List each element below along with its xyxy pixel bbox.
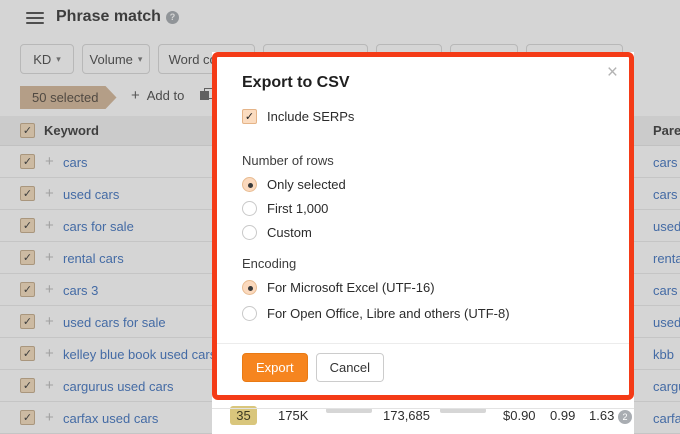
radio-excel-utf16[interactable]: For Microsoft Excel (UTF-16) — [242, 280, 435, 295]
export-button[interactable]: Export — [242, 353, 308, 382]
include-serps-label: Include SERPs — [267, 109, 355, 124]
radio-label: For Microsoft Excel (UTF-16) — [267, 280, 435, 295]
radio-icon[interactable] — [242, 201, 257, 216]
close-icon[interactable]: × — [607, 63, 618, 82]
radio-icon[interactable] — [242, 280, 257, 295]
encoding-label: Encoding — [242, 256, 297, 271]
number-of-rows-label: Number of rows — [242, 153, 334, 168]
radio-custom[interactable]: Custom — [242, 225, 312, 240]
app-window: Phrase match ? KD ▾ Volume ▾ Word count … — [0, 0, 680, 434]
radio-label: Only selected — [267, 177, 346, 192]
carfax-row-metrics-strip: 35 175K 173,685 $0.90 0.99 1.63 2 — [212, 400, 634, 434]
modal-overlay — [0, 0, 680, 52]
radio-icon[interactable] — [242, 225, 257, 240]
row-divider — [212, 408, 634, 430]
radio-label: For Open Office, Libre and others (UTF-8… — [267, 306, 510, 321]
radio-first-1000[interactable]: First 1,000 — [242, 201, 328, 216]
export-to-csv-modal: × Export to CSV ✓ Include SERPs Number o… — [212, 52, 634, 400]
modal-footer: Export Cancel — [242, 353, 385, 382]
modal-overlay — [634, 52, 680, 434]
radio-icon[interactable] — [242, 306, 257, 321]
modal-overlay — [0, 52, 212, 434]
radio-icon[interactable] — [242, 177, 257, 192]
radio-label: Custom — [267, 225, 312, 240]
modal-title: Export to CSV — [242, 74, 350, 91]
radio-openoffice-utf8[interactable]: For Open Office, Libre and others (UTF-8… — [242, 306, 510, 321]
include-serps-checkbox[interactable]: ✓ — [242, 109, 257, 124]
radio-label: First 1,000 — [267, 201, 329, 216]
modal-footer-divider — [217, 343, 629, 344]
cancel-button[interactable]: Cancel — [315, 353, 385, 382]
include-serps-option[interactable]: ✓ Include SERPs — [242, 109, 354, 124]
radio-only-selected[interactable]: Only selected — [242, 177, 346, 192]
